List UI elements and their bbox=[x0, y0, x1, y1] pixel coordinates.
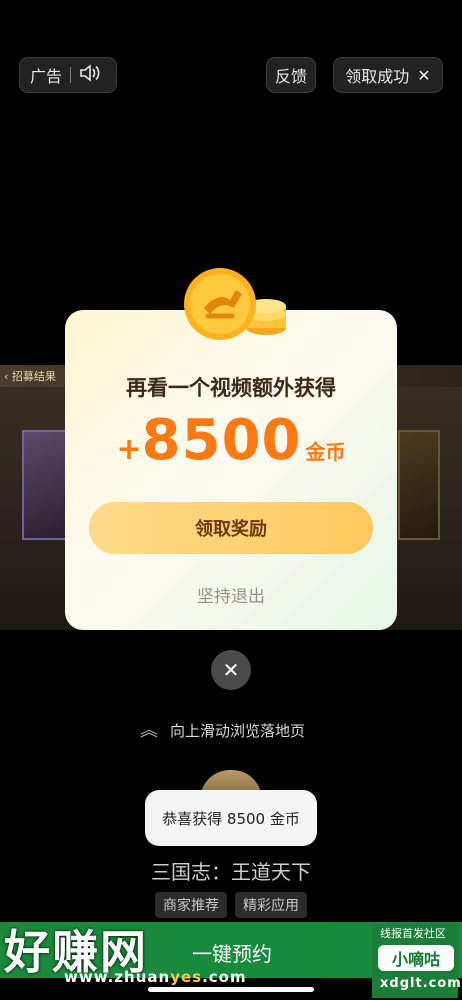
reward-success-label: 领取成功 bbox=[345, 67, 410, 86]
watermark-right-top: 线报首发社区 bbox=[380, 927, 446, 940]
app-tags: 商家推荐 精彩应用 bbox=[0, 892, 462, 918]
ad-label-pill: 广告 bbox=[19, 57, 117, 93]
toast-message: 恭喜获得 8500 金币 bbox=[145, 790, 317, 846]
watermark-url-prefix: www.zhuan bbox=[64, 968, 171, 986]
amount-unit: 金币 bbox=[305, 440, 346, 464]
amount-value: 8500 bbox=[141, 408, 302, 473]
amount-prefix: + bbox=[116, 432, 142, 467]
cta-button-label[interactable]: 一键预约 bbox=[192, 938, 272, 967]
gold-coin-icon bbox=[178, 262, 288, 342]
quit-link[interactable]: 坚持退出 bbox=[0, 582, 462, 607]
close-icon[interactable]: ✕ bbox=[417, 66, 430, 85]
modal-title: 再看一个视频额外获得 bbox=[126, 376, 336, 400]
claim-reward-button[interactable]: 领取奖励 bbox=[89, 502, 373, 554]
ad-label: 广告 bbox=[30, 67, 63, 86]
watermark-url: www.zhuanyes.com bbox=[64, 968, 247, 986]
reward-amount: +8500 金币 bbox=[0, 408, 462, 473]
home-indicator[interactable] bbox=[148, 987, 314, 992]
app-name: 三国志：王道天下 bbox=[151, 860, 311, 884]
double-chevron-up-icon: ︽ bbox=[140, 719, 158, 741]
watermark-url-highlight: yes bbox=[170, 968, 203, 986]
close-icon: ✕ bbox=[222, 658, 240, 682]
watermark-right-badge: 小嘀咕 bbox=[378, 945, 454, 971]
watermark-url-suffix: .com bbox=[202, 968, 247, 986]
feedback-button[interactable]: 反馈 bbox=[266, 57, 316, 93]
feedback-label: 反馈 bbox=[274, 67, 307, 86]
swipe-up-hint[interactable]: ︽ 向上滑动浏览落地页 bbox=[140, 720, 305, 741]
divider bbox=[70, 67, 72, 83]
close-modal-button[interactable]: ✕ bbox=[211, 650, 251, 690]
speaker-icon[interactable] bbox=[79, 64, 101, 86]
reward-success-close-button[interactable]: 领取成功 ✕ bbox=[333, 57, 443, 93]
app-tag: 精彩应用 bbox=[235, 892, 307, 918]
watermark-right-domain: xdglt.com bbox=[380, 976, 462, 991]
app-tag: 商家推荐 bbox=[155, 892, 227, 918]
swipe-hint-text: 向上滑动浏览落地页 bbox=[170, 722, 306, 740]
